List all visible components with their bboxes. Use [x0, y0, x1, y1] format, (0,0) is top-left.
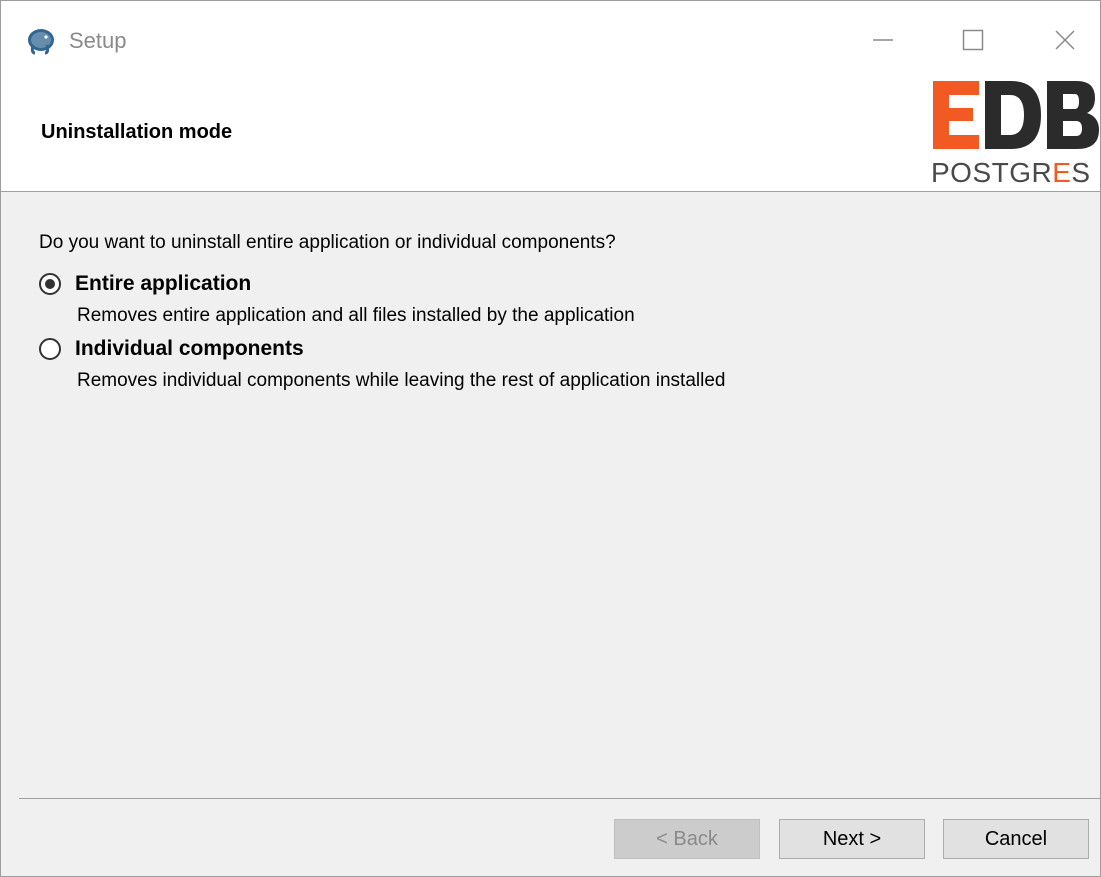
maximize-icon	[962, 29, 984, 51]
title-bar: Setup	[1, 1, 1100, 79]
radio-unselected-icon[interactable]	[39, 338, 61, 360]
maximize-button[interactable]	[943, 15, 1003, 65]
logo-subtext: POSTGRES	[931, 157, 1091, 188]
wizard-content: Do you want to uninstall entire applicat…	[1, 192, 1100, 798]
radio-label[interactable]: Entire application	[75, 272, 251, 296]
footer-separator	[19, 798, 1100, 799]
radio-selected-icon[interactable]	[39, 273, 61, 295]
page-title: Uninstallation mode	[41, 121, 233, 143]
option-description: Removes entire application and all files…	[77, 305, 635, 326]
minimize-button[interactable]	[853, 15, 913, 65]
setup-window: Setup Uninstallation mode POSTGRES Do yo…	[0, 0, 1101, 877]
next-button[interactable]: Next >	[779, 819, 925, 859]
option-description: Removes individual components while leav…	[77, 370, 726, 391]
close-button[interactable]	[1035, 15, 1095, 65]
window-title: Setup	[69, 28, 127, 53]
postgres-elephant-icon	[25, 27, 57, 55]
radio-individual-components[interactable]: Individual components	[39, 337, 304, 361]
radio-label[interactable]: Individual components	[75, 337, 304, 361]
cancel-button[interactable]: Cancel	[943, 819, 1089, 859]
wizard-header: Uninstallation mode POSTGRES	[1, 79, 1100, 192]
uninstall-question: Do you want to uninstall entire applicat…	[39, 232, 616, 253]
close-icon	[1055, 30, 1075, 50]
back-button[interactable]: < Back	[614, 819, 760, 859]
radio-entire-application[interactable]: Entire application	[39, 272, 251, 296]
minimize-icon	[873, 39, 893, 41]
